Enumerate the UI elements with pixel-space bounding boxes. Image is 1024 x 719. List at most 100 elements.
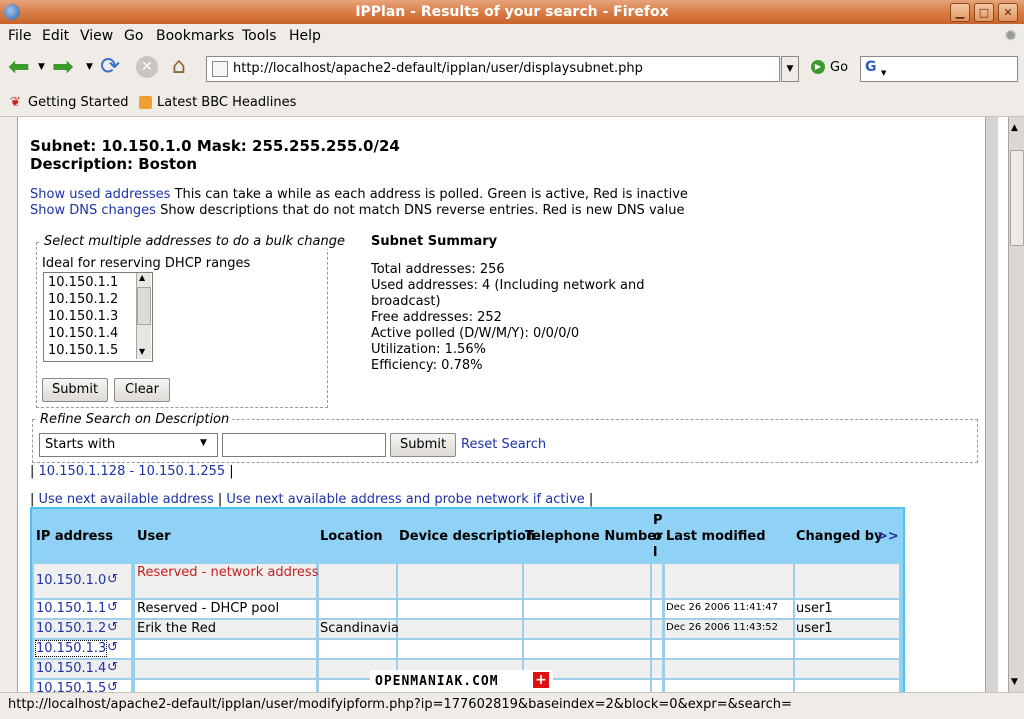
rss-icon (139, 96, 152, 109)
bookmark-getting-started[interactable]: Getting Started (28, 95, 129, 110)
range-link[interactable]: 10.150.1.128 - 10.150.1.255 (39, 464, 226, 479)
changed-row1: user1 (796, 601, 833, 616)
scroll-up-icon[interactable]: ▲ (139, 273, 145, 282)
menu-bar: File Edit View Go Bookmarks Tools Help ✹ (0, 24, 1024, 48)
header-changed-by: Changed by (796, 529, 883, 544)
ping-icon[interactable]: ↺ (107, 640, 118, 655)
location-row2: Scandinavia (320, 621, 399, 636)
minimize-icon[interactable]: ▁ (950, 3, 970, 22)
subnet-description: Description: Boston (30, 155, 198, 173)
summary-utilization: Utilization: 1.56% (371, 342, 486, 357)
back-dropdown-icon[interactable]: ▼ (38, 62, 45, 72)
status-text: http://localhost/apache2-default/ipplan/… (8, 697, 792, 712)
listbox-scroll-thumb[interactable] (137, 287, 151, 325)
table-cell (651, 659, 663, 679)
go-button[interactable]: Go (830, 60, 848, 75)
close-icon[interactable]: ✕ (998, 3, 1018, 22)
menu-edit[interactable]: Edit (42, 28, 69, 44)
home-icon[interactable]: ⌂ (172, 54, 186, 79)
go-icon[interactable]: ▶ (811, 60, 825, 74)
forward-dropdown-icon[interactable]: ▼ (86, 62, 93, 72)
next-columns-link[interactable]: >> (877, 529, 899, 544)
summary-used-cont: broadcast) (371, 294, 441, 309)
search-engine-dropdown-icon[interactable]: ▼ (881, 69, 886, 77)
openmaniak-logo: OPENMANIAK.COM + (370, 670, 553, 694)
ping-icon[interactable]: ↺ (107, 660, 118, 675)
table-cell (794, 563, 900, 599)
separator: | (213, 492, 227, 507)
menu-bookmarks[interactable]: Bookmarks (156, 28, 234, 44)
stop-icon[interactable]: ✕ (136, 56, 158, 78)
ip-link-row1[interactable]: 10.150.1.1 (36, 601, 106, 616)
table-cell (794, 639, 900, 659)
summary-heading: Subnet Summary (371, 234, 498, 249)
menu-help[interactable]: Help (289, 28, 321, 44)
list-item[interactable]: 10.150.1.2 (48, 292, 118, 307)
search-input[interactable]: G ▼ (860, 56, 1018, 82)
table-cell (318, 599, 397, 619)
swiss-flag-icon: + (533, 672, 549, 688)
show-dns-row: Show DNS changes Show descriptions that … (30, 203, 684, 218)
show-used-addresses-link[interactable]: Show used addresses (30, 187, 170, 202)
ip-link-row4[interactable]: 10.150.1.4 (36, 661, 106, 676)
scroll-down-icon[interactable]: ▼ (1011, 677, 1018, 687)
reload-icon[interactable]: ⟳ (100, 52, 120, 80)
forward-icon[interactable]: ➡ (52, 52, 74, 82)
refine-submit-button[interactable]: Submit (390, 433, 456, 457)
bookmark-bbc-headlines[interactable]: Latest BBC Headlines (157, 95, 296, 110)
url-dropdown-icon[interactable]: ▼ (781, 56, 799, 82)
bulk-hint: Ideal for reserving DHCP ranges (42, 256, 251, 271)
header-poll: P o l (653, 513, 663, 560)
frame-scrollbar[interactable] (985, 117, 998, 692)
header-user: User (137, 529, 171, 544)
description-search-input[interactable] (222, 433, 386, 457)
menu-file[interactable]: File (8, 28, 31, 44)
list-item[interactable]: 10.150.1.1 (48, 275, 118, 290)
table-cell (397, 563, 523, 599)
list-item[interactable]: 10.150.1.3 (48, 309, 118, 324)
match-type-select[interactable]: Starts with ▼ (39, 433, 218, 457)
back-icon[interactable]: ⬅ (8, 52, 30, 82)
list-item[interactable]: 10.150.1.5 (48, 343, 118, 358)
maximize-icon[interactable]: □ (974, 3, 994, 22)
bulk-submit-button[interactable]: Submit (42, 378, 108, 402)
scrollbar-thumb[interactable] (1010, 150, 1024, 246)
menu-tools[interactable]: Tools (242, 28, 277, 44)
match-type-value: Starts with (45, 437, 116, 452)
show-dns-changes-link[interactable]: Show DNS changes (30, 203, 156, 218)
summary-used: Used addresses: 4 (Including network and (371, 278, 645, 293)
table-cell (664, 659, 794, 679)
table-cell (651, 563, 663, 599)
header-location: Location (320, 529, 383, 544)
header-phone: Telephone Number (525, 529, 663, 544)
ping-icon[interactable]: ↺ (107, 572, 118, 587)
show-used-row: Show used addresses This can take a whil… (30, 187, 688, 202)
scroll-down-icon[interactable]: ▼ (139, 347, 145, 356)
reset-search-link[interactable]: Reset Search (461, 437, 546, 452)
ping-icon[interactable]: ↺ (107, 620, 118, 635)
ip-link-row2[interactable]: 10.150.1.2 (36, 621, 106, 636)
title-bar: IPPlan - Results of your search - Firefo… (0, 0, 1024, 24)
url-bar[interactable]: http://localhost/apache2-default/ipplan/… (206, 56, 780, 82)
table-cell (134, 639, 317, 659)
ip-link-row3[interactable]: 10.150.1.3 (34, 640, 108, 657)
listbox-scrollbar[interactable]: ▲ ▼ (136, 273, 151, 359)
subnet-title: Subnet: 10.150.1.0 Mask: 255.255.255.0/2… (30, 137, 400, 155)
left-frame-edge (17, 117, 25, 692)
user-row0: Reserved - network address (137, 565, 319, 580)
table-cell (523, 599, 651, 619)
menu-view[interactable]: View (80, 28, 113, 44)
next-available-link[interactable]: Use next available address (39, 492, 214, 507)
table-cell (651, 619, 663, 639)
list-item[interactable]: 10.150.1.4 (48, 326, 118, 341)
menu-go[interactable]: Go (124, 28, 143, 44)
scroll-up-icon[interactable]: ▲ (1011, 123, 1018, 133)
table-cell (397, 599, 523, 619)
table-cell (523, 563, 651, 599)
refine-search-legend: Refine Search on Description (37, 412, 233, 427)
ip-link-row0[interactable]: 10.150.1.0 (36, 573, 106, 588)
table-cell (318, 639, 397, 659)
bulk-clear-button[interactable]: Clear (114, 378, 170, 402)
ping-icon[interactable]: ↺ (107, 600, 118, 615)
next-available-probe-link[interactable]: Use next available address and probe net… (226, 492, 584, 507)
